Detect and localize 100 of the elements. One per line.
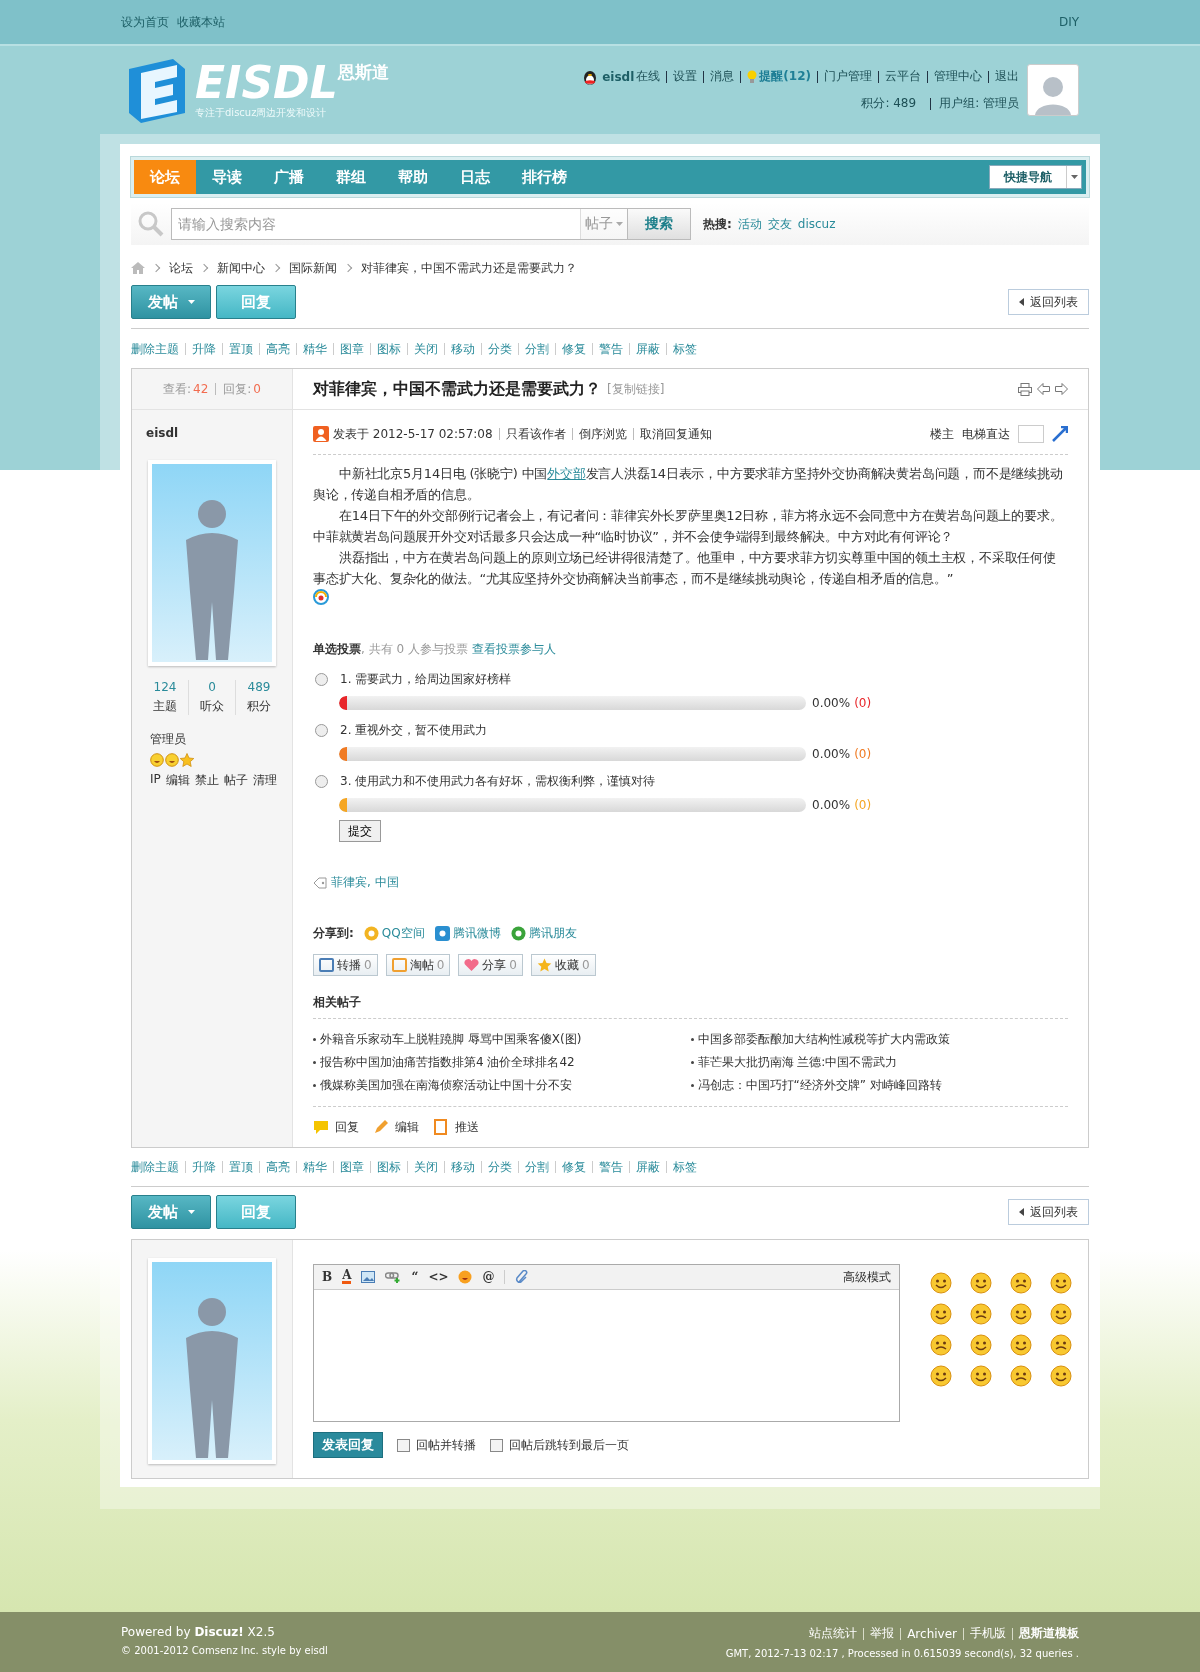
top-link[interactable]: 收藏本站 [177,13,225,31]
poll-submit-button[interactable]: 提交 [339,820,381,842]
moderation-link[interactable]: 分类 [488,340,512,358]
moderation-link[interactable]: 警告 [599,340,623,358]
smiley-icon[interactable] [1050,1272,1072,1294]
footer-link[interactable]: 恩斯道模板 [1019,1625,1079,1642]
nav-tab[interactable]: 群组 [320,160,382,194]
smiley-icon[interactable] [1050,1334,1072,1356]
moderation-link[interactable]: 图章 [340,340,364,358]
printer-icon[interactable] [1018,382,1032,396]
moderation-link[interactable]: 修复 [562,1158,586,1176]
stat-value[interactable]: 489 [247,680,271,694]
hot-search-link[interactable]: discuz [797,217,836,231]
footer-link[interactable]: Archiver [907,1626,957,1641]
arrow-right-icon[interactable] [1055,382,1068,395]
poll-voters-link[interactable]: 查看投票参与人 [471,640,556,658]
post-option-link[interactable]: 倒序浏览 [578,425,627,443]
footer-link[interactable]: 手机版 [970,1625,1006,1642]
moderation-link[interactable]: 屏蔽 [636,340,660,358]
breadcrumb-link[interactable]: 国际新闻 [289,259,337,277]
smiley-icon[interactable] [1010,1365,1032,1387]
quick-nav-dropdown[interactable]: 快捷导航 [989,165,1082,189]
moderation-link[interactable]: 高亮 [266,1158,290,1176]
moderation-link[interactable]: 删除主题 [131,340,179,358]
smiley-icon[interactable] [930,1334,952,1356]
nav-tab[interactable]: 导读 [196,160,258,194]
paperclip-icon[interactable] [515,1270,530,1284]
moderation-link[interactable]: 分割 [525,340,549,358]
smiley-icon[interactable] [1010,1334,1032,1356]
smiley-icon[interactable] [1010,1272,1032,1294]
share-link[interactable]: QQ空间 [363,925,425,942]
moderation-link[interactable]: 分割 [525,1158,549,1176]
moderation-link[interactable]: 高亮 [266,340,290,358]
user-menu-link[interactable]: 设置 [673,68,698,85]
smiley-icon[interactable] [930,1365,952,1387]
stat-value[interactable]: 0 [208,680,216,694]
admin-link[interactable]: 编辑 [165,772,190,789]
breadcrumb-link[interactable]: 新闻中心 [217,259,265,277]
top-link[interactable]: 设为首页 [121,13,169,31]
user-menu-link[interactable]: 提醒(12) [759,68,811,85]
admin-link[interactable]: 清理 [252,772,277,789]
author-avatar[interactable] [148,460,276,666]
smiley-icon[interactable] [1010,1303,1032,1325]
moderation-link[interactable]: 移动 [451,1158,475,1176]
new-post-button[interactable]: 发帖 [131,1195,211,1229]
moderation-link[interactable]: 图标 [377,1158,401,1176]
user-menu-link[interactable]: 门户管理 [824,68,872,85]
smiley-icon[interactable] [970,1272,992,1294]
stat-value[interactable]: 124 [153,680,177,694]
nav-tab[interactable]: 帮助 [382,160,444,194]
moderation-link[interactable]: 关闭 [414,340,438,358]
related-post-link[interactable]: 冯创志：中国巧打“经济外交牌” 对峙峰回路转 [697,1077,942,1094]
checkbox[interactable] [397,1438,410,1452]
moderation-link[interactable]: 精华 [303,340,327,358]
related-post-link[interactable]: 菲芒果大批扔南海 兰德:中国不需武力 [697,1054,898,1071]
moderation-link[interactable]: 删除主题 [131,1158,179,1176]
moderation-link[interactable]: 置顶 [229,340,253,358]
share-counter-button[interactable]: 淘帖 0 [385,954,451,976]
post-option-link[interactable]: 只看该作者 [505,425,566,443]
post-action-link[interactable]: 编辑 [373,1118,419,1136]
font-color-button[interactable]: A [342,1270,352,1284]
nav-tab[interactable]: 日志 [444,160,506,194]
share-counter-button[interactable]: 分享 0 [458,954,523,976]
related-post-link[interactable]: 报告称中国加油痛苦指数排第4 油价全球排名42 [320,1054,575,1071]
copy-link[interactable]: [复制链接] [607,380,665,398]
post-action-link[interactable]: 推送 [433,1118,479,1136]
moderation-link[interactable]: 移动 [451,340,475,358]
user-menu-link[interactable]: 云平台 [885,68,921,85]
back-to-list-button[interactable]: 返回列表 [1008,289,1089,315]
breadcrumb-link[interactable]: 论坛 [169,259,193,277]
search-field[interactable]: 请输入搜索内容 帖子 [171,208,628,240]
back-to-list-button[interactable]: 返回列表 [1008,1199,1089,1225]
breadcrumb-link[interactable]: 对菲律宾，中国不需武力还是需要武力？ [361,259,577,277]
smiley-icon[interactable] [930,1303,952,1325]
poll-radio[interactable] [315,673,328,686]
nav-tab[interactable]: 广播 [258,160,320,194]
hot-search-link[interactable]: 活动 [737,215,762,233]
post-option-link[interactable]: 取消回复通知 [639,425,712,443]
link-icon[interactable] [385,1271,402,1283]
smiley-icon[interactable] [970,1365,992,1387]
moderation-link[interactable]: 屏蔽 [636,1158,660,1176]
moderation-link[interactable]: 标签 [673,340,697,358]
new-post-button[interactable]: 发帖 [131,285,211,319]
search-button[interactable]: 搜索 [627,208,691,240]
stairs-icon[interactable] [1052,426,1068,442]
checkbox[interactable] [490,1438,503,1452]
username-link[interactable]: eisdl [602,69,635,84]
moderation-link[interactable]: 精华 [303,1158,327,1176]
footer-link[interactable]: 站点统计 [809,1625,858,1642]
toolbar-button[interactable]: B [322,1270,333,1284]
toolbar-button[interactable]: <> [428,1270,449,1284]
floor-jump-field[interactable] [1018,425,1044,443]
related-post-link[interactable]: 俄媒称美国加强在南海侦察活动让中国十分不安 [320,1077,572,1094]
smiley-icon[interactable] [970,1303,992,1325]
advanced-mode-link[interactable]: 高级模式 [843,1268,891,1286]
moderation-link[interactable]: 升降 [192,340,216,358]
moderation-link[interactable]: 图章 [340,1158,364,1176]
user-menu-link[interactable]: 消息 [710,68,735,85]
arrow-left-icon[interactable] [1037,382,1050,395]
admin-link[interactable]: IP [150,772,161,789]
